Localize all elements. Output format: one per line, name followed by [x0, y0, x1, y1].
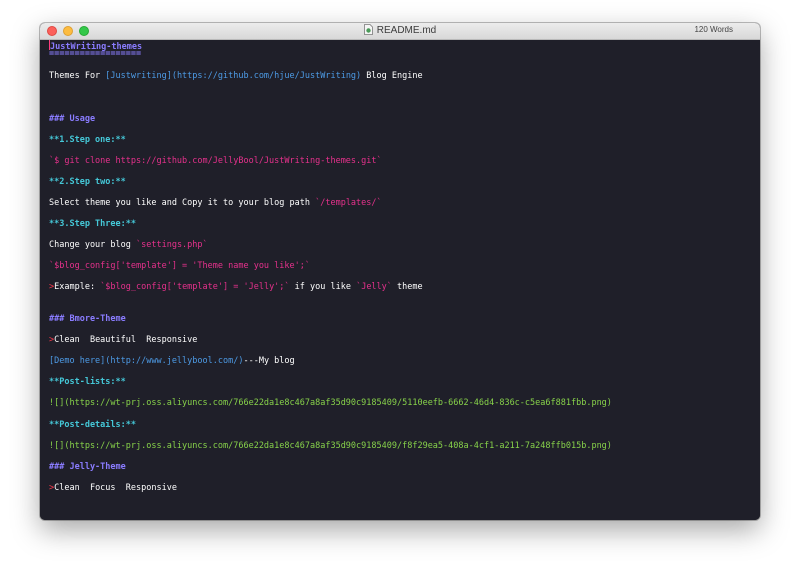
- bmore-heading: ### Bmore-Theme: [49, 314, 126, 324]
- example-text: Example:: [54, 282, 101, 292]
- editor-line: ![](https://wt-prj.oss.aliyuncs.com/766e…: [49, 441, 612, 452]
- editor-line: **1.Step one:**: [49, 135, 126, 146]
- step2-text: Select theme you like and Copy it to you…: [49, 198, 316, 208]
- example-code: `$blog_config['template'] = 'Jelly';`: [100, 282, 290, 292]
- editor-line: >Clean Beautiful Responsive: [49, 335, 197, 346]
- example-mid: if you like: [289, 282, 357, 292]
- editor-line: ![](https://wt-prj.oss.aliyuncs.com/766e…: [49, 398, 612, 409]
- intro-prefix: Themes For: [49, 71, 106, 81]
- editor-line: **2.Step two:**: [49, 177, 126, 188]
- editor-line: **3.Step Three:**: [49, 219, 136, 230]
- post-details-label: **Post-details:**: [49, 420, 136, 430]
- title-bar: README.md 120 Words: [40, 23, 760, 40]
- step1-label: **1.Step one:**: [49, 135, 126, 145]
- step1-code: `$ git clone https://github.com/JellyBoo…: [49, 156, 382, 166]
- editor-line: Change your blog `settings.php`: [49, 240, 208, 251]
- editor-line: Themes For [Justwriting](https://github.…: [49, 71, 423, 82]
- word-count: 120 Words: [694, 25, 733, 34]
- step3-code: `settings.php`: [136, 240, 208, 250]
- demo-link[interactable]: [Demo here](http://www.jellybool.com/): [49, 356, 243, 366]
- jelly-heading: ### Jelly-Theme: [49, 462, 126, 472]
- bmore-features: Clean Beautiful Responsive: [54, 335, 198, 345]
- markdown-editor[interactable]: JustWriting-themes ================== Th…: [40, 40, 760, 520]
- jelly-features: Clean Focus Responsive: [54, 483, 177, 493]
- example-code-jelly: `Jelly`: [356, 282, 392, 292]
- step3-label: **3.Step Three:**: [49, 219, 136, 229]
- editor-line: ### Bmore-Theme: [49, 314, 126, 325]
- window-title-text: README.md: [376, 25, 437, 36]
- step3-text: Change your blog: [49, 240, 136, 250]
- title-underline: ==================: [49, 49, 142, 59]
- editor-window: README.md 120 Words JustWriting-themes =…: [40, 23, 760, 520]
- editor-line: **Post-lists:**: [49, 377, 126, 388]
- editor-line: >Clean Focus Responsive: [49, 483, 177, 494]
- editor-line: Select theme you like and Copy it to you…: [49, 198, 382, 209]
- example-suffix: theme: [391, 282, 423, 292]
- config-code: `$blog_config['template'] = 'Theme name …: [49, 261, 310, 271]
- step2-label: **2.Step two:**: [49, 177, 126, 187]
- step2-code: `/templates/`: [315, 198, 382, 208]
- usage-heading: ### Usage: [49, 114, 96, 124]
- intro-link[interactable]: [Justwriting](https://github.com/hjue/Ju…: [105, 71, 361, 81]
- demo-suffix: ---My blog: [243, 356, 295, 366]
- editor-line: [Demo here](http://www.jellybool.com/)--…: [49, 356, 295, 367]
- intro-suffix: Blog Engine: [361, 71, 423, 81]
- document-icon: [363, 24, 373, 35]
- window-title: README.md: [40, 24, 760, 36]
- editor-line: ### Usage: [49, 114, 95, 125]
- editor-line: **Post-details:**: [49, 420, 136, 431]
- post-lists-image[interactable]: ![](https://wt-prj.oss.aliyuncs.com/766e…: [49, 398, 612, 408]
- editor-line: >Example: `$blog_config['template'] = 'J…: [49, 282, 423, 293]
- editor-line: ==================: [49, 49, 141, 60]
- editor-line: `$blog_config['template'] = 'Theme name …: [49, 261, 310, 272]
- post-lists-label: **Post-lists:**: [49, 377, 126, 387]
- editor-line: `$ git clone https://github.com/JellyBoo…: [49, 156, 382, 167]
- post-details-image[interactable]: ![](https://wt-prj.oss.aliyuncs.com/766e…: [49, 441, 612, 451]
- editor-line: ### Jelly-Theme: [49, 462, 126, 473]
